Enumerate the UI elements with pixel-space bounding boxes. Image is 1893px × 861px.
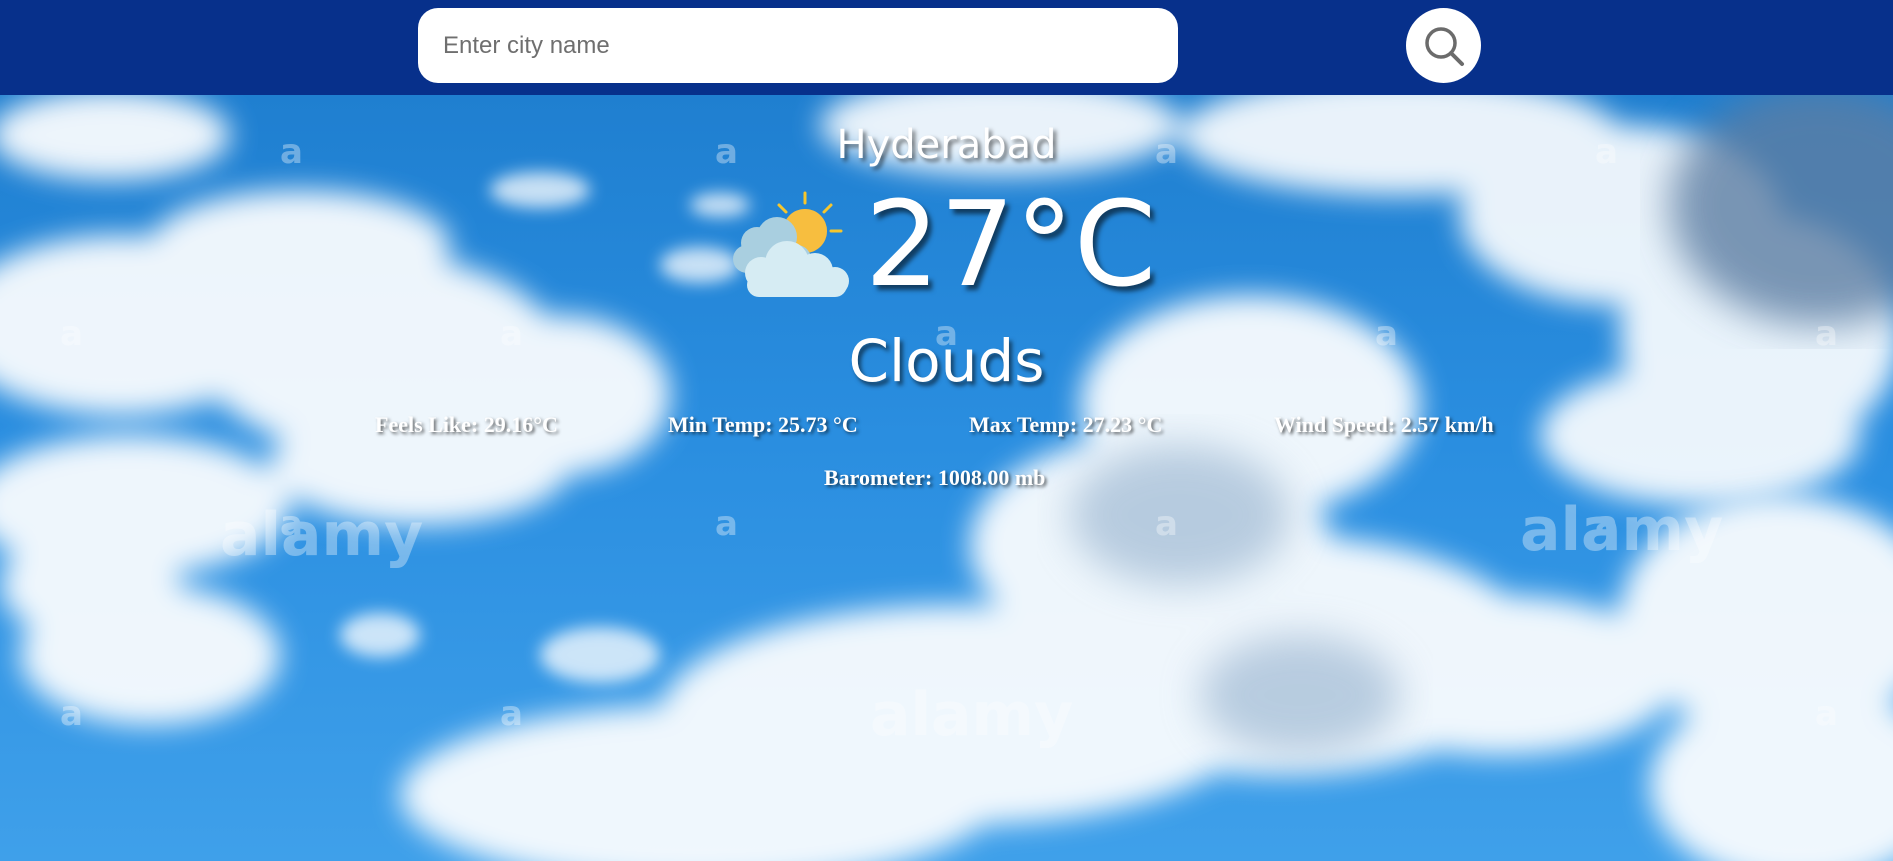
temperature-value: 27°C — [864, 175, 1157, 313]
search-icon — [1424, 26, 1464, 66]
weather-panel: Hyderabad 27°C Clouds Feels Like: 29.16°… — [0, 95, 1893, 861]
city-name: Hyderabad — [836, 122, 1057, 168]
header-bar — [0, 0, 1893, 95]
barometer: Barometer: 1008.00 mb — [824, 465, 1046, 490]
temperature-row: 27°C — [0, 185, 1893, 303]
min-temp: Min Temp: 25.73 °C — [668, 412, 858, 437]
max-temp: Max Temp: 27.23 °C — [969, 412, 1163, 437]
search-button[interactable] — [1406, 8, 1481, 83]
feels-like: Feels Like: 29.16°C — [375, 412, 558, 437]
wind-speed: Wind Speed: 2.57 km/h — [1274, 412, 1494, 437]
city-search-input[interactable] — [418, 8, 1178, 83]
partly-cloudy-icon — [732, 191, 849, 297]
weather-condition: Clouds — [848, 327, 1045, 395]
